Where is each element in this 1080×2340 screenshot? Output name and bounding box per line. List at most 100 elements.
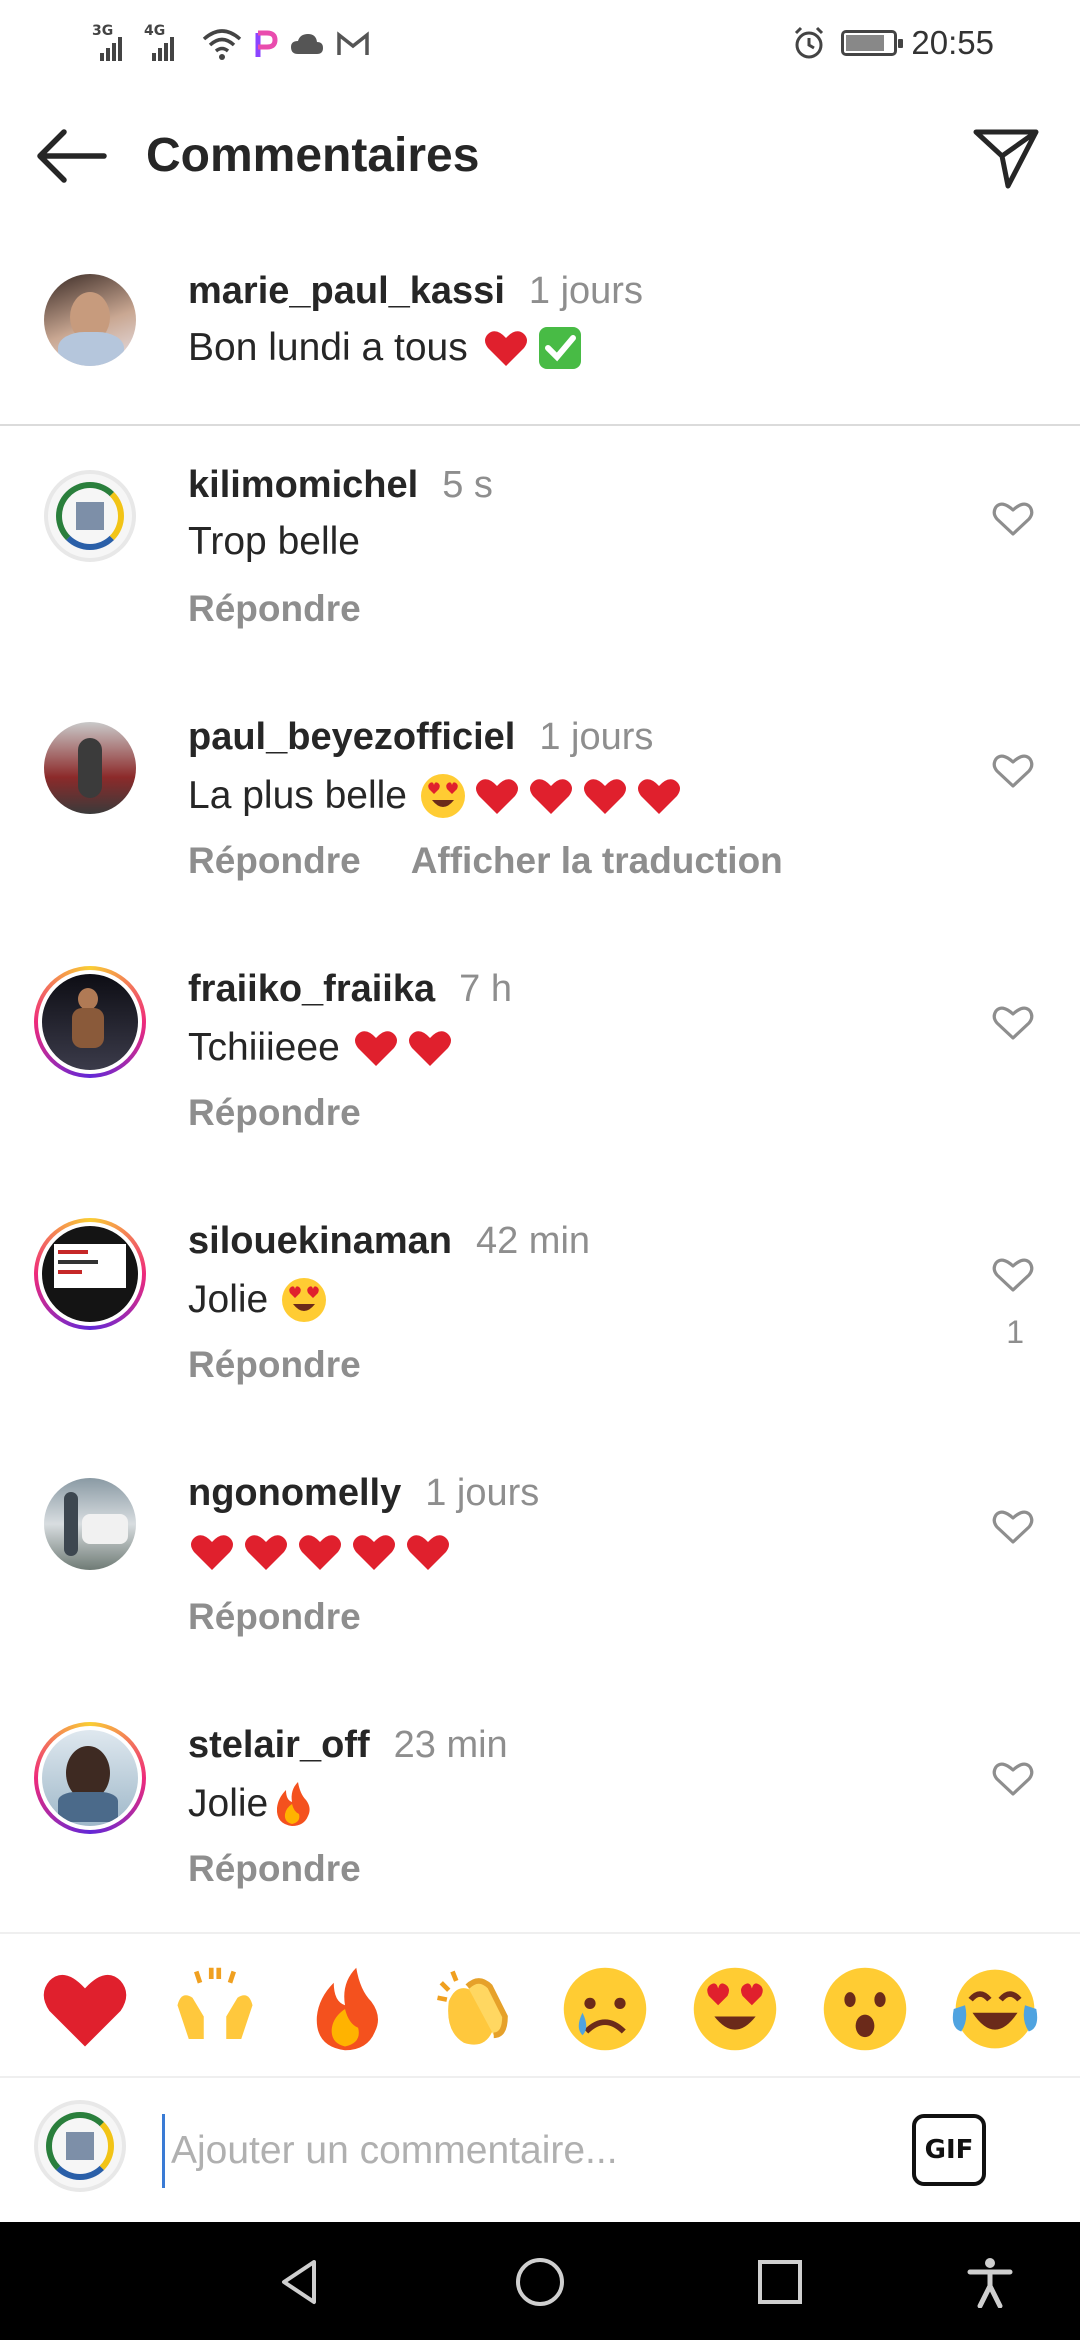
red-heart-icon [188,1528,236,1576]
caption-time: 1 jours [528,270,643,312]
comment-item: paul_beyezofficiel 1 jours La plus belle … [0,692,1080,944]
red-heart-icon [242,1528,290,1576]
heart-eyes-icon[interactable] [690,1964,780,2054]
comment-header: fraiiko_fraiika 7 h [188,968,512,1011]
comment-text: Trop belle [188,520,360,563]
cloud-icon [291,34,323,54]
reply-button[interactable]: Répondre [188,588,361,629]
comment-username[interactable]: ngonomelly [188,1472,401,1514]
comment-time: 42 min [475,1220,591,1262]
red-heart-icon [352,1024,400,1072]
page-title: Commentaires [146,129,480,182]
tears-of-joy-icon[interactable] [950,1964,1040,2054]
red-heart-icon [406,1024,454,1072]
red-heart-icon [635,772,683,820]
heart-outline-icon[interactable] [992,1760,1034,1798]
reply-button[interactable]: Répondre [188,1848,361,1889]
red-heart-icon [350,1528,398,1576]
accessibility-icon[interactable] [964,2256,1016,2308]
heart-outline-icon[interactable] [992,500,1034,538]
comment-text: La plus belle [188,774,407,817]
comment-username[interactable]: stelair_off [188,1724,370,1766]
back-arrow-icon[interactable] [34,124,108,188]
heart-eyes-icon [280,1276,328,1324]
comment-header: kilimomichel 5 s [188,464,493,507]
comment-text-row: La plus belle [188,772,689,820]
comment-time: 23 min [393,1724,508,1766]
fire-icon [268,1780,316,1828]
comment-item: stelair_off 23 min Jolie Répondre [0,1700,1080,1952]
status-bar: 3G 4G 20:55 [0,0,1080,84]
reply-button[interactable]: Répondre [188,1344,361,1385]
comment-time: 1 jours [539,716,654,758]
caption-username[interactable]: marie_paul_kassi [188,270,505,312]
comment-actions: Répondre Afficher la traduction [188,840,783,882]
nav-recents-icon[interactable] [754,2256,806,2308]
comment-header: stelair_off 23 min [188,1724,508,1767]
avatar[interactable] [44,722,136,814]
paper-plane-icon[interactable] [970,122,1042,194]
comment-item: silouekinaman 42 min Jolie Répondre 1 [0,1196,1080,1448]
clock: 20:55 [911,24,994,61]
comment-composer: GIF [0,2080,1080,2220]
comment-input[interactable] [162,2114,882,2188]
alarm-icon [795,26,824,59]
comment-actions: Répondre [188,1092,361,1134]
comment-time: 1 jours [425,1472,540,1514]
fire-icon[interactable] [300,1964,390,2054]
comment-actions: Répondre [188,1848,361,1890]
reply-button[interactable]: Répondre [188,1092,361,1133]
comment-username[interactable]: paul_beyezofficiel [188,716,515,758]
gif-button[interactable]: GIF [912,2114,986,2186]
comment-actions: Répondre [188,588,361,630]
comment-item: ngonomelly 1 jours Répondre [0,1448,1080,1700]
comment-header: silouekinaman 42 min [188,1220,590,1263]
wifi-icon [202,29,242,60]
avatar-story-ring[interactable] [34,1722,146,1834]
heart-outline-icon[interactable] [992,1004,1034,1042]
reply-button[interactable]: Répondre [188,840,361,881]
signal-3g-icon: 3G [92,23,132,61]
my-avatar [34,2100,126,2192]
red-heart-icon [527,772,575,820]
reply-button[interactable]: Répondre [188,1596,361,1637]
comment-time: 5 s [442,464,493,506]
clapping-hands-icon[interactable] [430,1964,520,2054]
red-heart-icon [404,1528,452,1576]
check-mark-icon [536,324,584,372]
heart-outline-icon[interactable] [992,752,1034,790]
avatar-story-ring[interactable] [34,1218,146,1330]
comment-text: Tchiiieee [188,1026,340,1069]
surprised-face-icon[interactable] [820,1964,910,2054]
avatar-story-ring[interactable] [34,966,146,1078]
comment-actions: Répondre [188,1596,361,1638]
comment-username[interactable]: silouekinaman [188,1220,452,1262]
heart-outline-icon[interactable] [992,1508,1034,1546]
comment-text: Jolie [188,1278,269,1321]
system-navigation-bar [0,2222,1080,2340]
avatar[interactable] [44,1478,136,1570]
see-translation-button[interactable]: Afficher la traduction [411,840,783,881]
heart-eyes-icon [419,772,467,820]
battery-icon [841,30,904,56]
raising-hands-icon[interactable] [170,1964,260,2054]
status-left: 3G 4G [92,22,370,66]
caption-text: Bon lundi a tous [188,326,468,369]
p-app-icon [255,30,278,57]
battery-fill [846,35,884,51]
nav-back-icon[interactable] [274,2256,326,2308]
avatar[interactable] [44,470,136,562]
comment-text-row: Jolie [188,1780,322,1828]
like-count: 1 [1006,1314,1024,1350]
crying-face-icon[interactable] [560,1964,650,2054]
red-heart-icon[interactable] [40,1964,130,2054]
red-heart-icon [473,772,521,820]
heart-outline-icon[interactable] [992,1256,1034,1294]
comment-username[interactable]: fraiiko_fraiika [188,968,435,1010]
comment-text-row: Tchiiieee [188,1024,460,1072]
status-right: 20:55 [791,18,994,68]
comment-item: fraiiko_fraiika 7 h Tchiiieee Répondre [0,944,1080,1196]
comment-username[interactable]: kilimomichel [188,464,418,506]
avatar[interactable] [44,274,136,366]
nav-home-icon[interactable] [514,2256,566,2308]
